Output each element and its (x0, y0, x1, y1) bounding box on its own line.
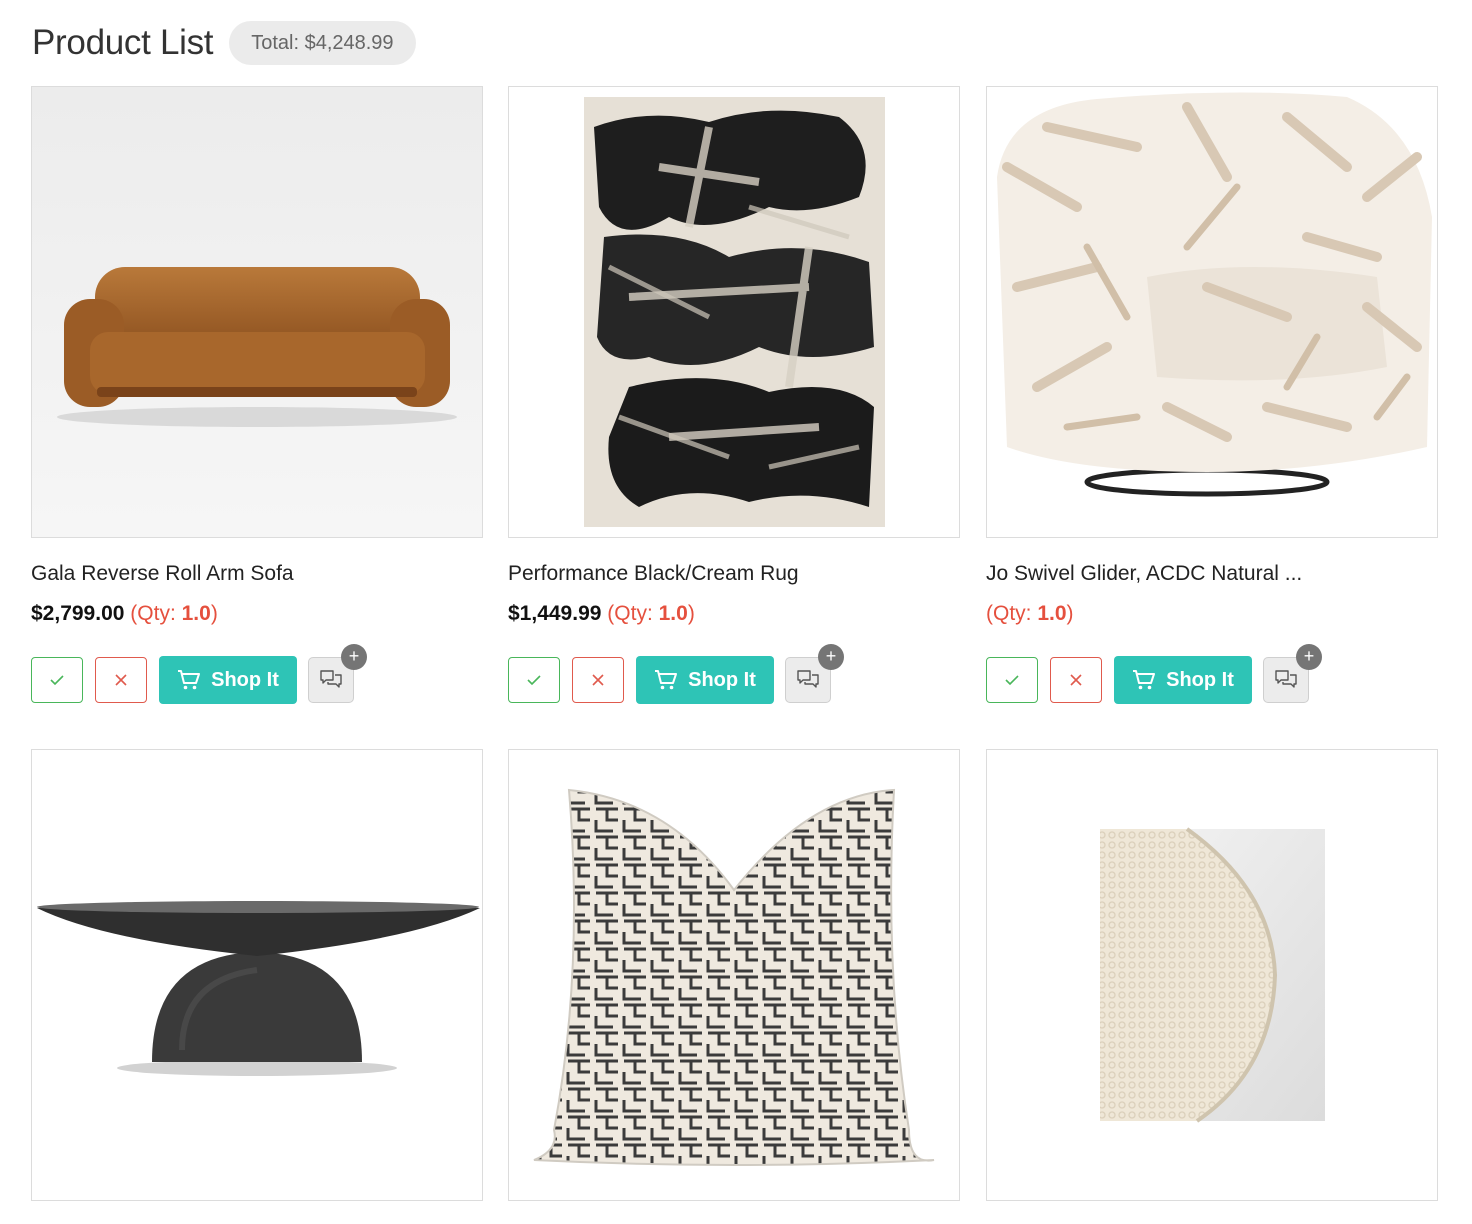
reject-button[interactable] (572, 657, 624, 703)
product-qty: (Qty: 1.0) (130, 602, 218, 625)
product-price: $2,799.00 (31, 602, 125, 625)
product-qty: (Qty: 1.0) (986, 602, 1074, 625)
check-icon (50, 675, 64, 686)
product-card (508, 749, 960, 1201)
price-line: (Qty: 1.0) (986, 602, 1438, 630)
page-title: Product List (32, 23, 214, 62)
product-card (986, 749, 1438, 1201)
product-name[interactable]: Jo Swivel Glider, ACDC Natural ... (986, 562, 1438, 590)
product-qty: (Qty: 1.0) (607, 602, 695, 625)
comments-button[interactable]: + (308, 644, 367, 703)
action-bar: Shop It + (508, 644, 960, 704)
price-line: $1,449.99 (Qty: 1.0) (508, 602, 960, 630)
add-comment-badge[interactable]: + (1296, 644, 1322, 670)
chat-bubbles-icon (797, 670, 819, 688)
product-price: $1,449.99 (508, 602, 602, 625)
approve-button[interactable] (986, 657, 1038, 703)
action-bar: Shop It + (31, 644, 483, 704)
shop-it-label: Shop It (688, 668, 756, 691)
cart-icon (655, 670, 678, 690)
product-card: Gala Reverse Roll Arm Sofa $2,799.00 (Qt… (31, 86, 483, 704)
close-icon (115, 674, 127, 686)
shop-it-label: Shop It (1166, 668, 1234, 691)
shop-it-button[interactable]: Shop It (159, 656, 297, 704)
comments-button[interactable]: + (1263, 644, 1322, 703)
product-card: Performance Black/Cream Rug $1,449.99 (Q… (508, 86, 960, 704)
page-header: Product List Total: $4,248.99 (32, 18, 416, 68)
product-card (31, 749, 483, 1201)
approve-button[interactable] (31, 657, 83, 703)
chat-bubbles-icon (320, 670, 342, 688)
total-badge: Total: $4,248.99 (229, 21, 416, 65)
product-image-rug[interactable] (508, 86, 960, 538)
product-image-coffee-table[interactable] (31, 749, 483, 1201)
product-image-sofa[interactable] (31, 86, 483, 538)
shop-it-button[interactable]: Shop It (636, 656, 774, 704)
product-image-pillow[interactable] (508, 749, 960, 1201)
chat-bubbles-icon (1275, 670, 1297, 688)
action-bar: Shop It + (986, 644, 1438, 704)
cart-icon (1133, 670, 1156, 690)
product-image-swivel-chair[interactable] (986, 86, 1438, 538)
reject-button[interactable] (1050, 657, 1102, 703)
comments-button[interactable]: + (785, 644, 844, 703)
approve-button[interactable] (508, 657, 560, 703)
cart-icon (178, 670, 201, 690)
product-name[interactable]: Gala Reverse Roll Arm Sofa (31, 562, 483, 590)
reject-button[interactable] (95, 657, 147, 703)
product-name[interactable]: Performance Black/Cream Rug (508, 562, 960, 590)
add-comment-badge[interactable]: + (341, 644, 367, 670)
close-icon (1070, 674, 1082, 686)
shop-it-label: Shop It (211, 668, 279, 691)
close-icon (592, 674, 604, 686)
add-comment-badge[interactable]: + (818, 644, 844, 670)
shop-it-button[interactable]: Shop It (1114, 656, 1252, 704)
price-line: $2,799.00 (Qty: 1.0) (31, 602, 483, 630)
product-card: Jo Swivel Glider, ACDC Natural ... (Qty:… (986, 86, 1438, 704)
check-icon (527, 675, 541, 686)
check-icon (1005, 675, 1019, 686)
product-image-boucle-ball[interactable] (986, 749, 1438, 1201)
